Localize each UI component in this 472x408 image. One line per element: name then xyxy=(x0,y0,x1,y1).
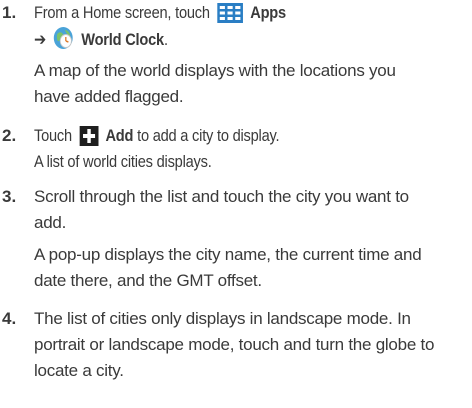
step-text: Touch xyxy=(34,126,72,145)
step-number: 4. xyxy=(2,309,17,328)
apps-label: Apps xyxy=(250,3,286,22)
step-description: A map of the world displays with the loc… xyxy=(34,61,396,80)
step-4-line-3: locate a city. xyxy=(34,358,124,384)
step-4-line-2: portrait or landscape mode, touch and tu… xyxy=(34,332,434,358)
step-text: to add a city to display. xyxy=(137,126,280,145)
step-text: Scroll through the list and touch the ci… xyxy=(34,187,409,206)
apps-grid-icon xyxy=(217,3,243,31)
arrow-glyph: ➔ xyxy=(34,30,47,49)
step-description: date there, and the GMT offset. xyxy=(34,271,262,290)
world-clock-label: World Clock xyxy=(81,30,164,49)
step-number: 3. xyxy=(2,187,17,206)
step-3-desc-2: date there, and the GMT offset. xyxy=(34,268,262,294)
step-text: portrait or landscape mode, touch and tu… xyxy=(34,335,435,354)
step-number: 2. xyxy=(2,126,17,145)
step-description: A pop-up displays the city name, the cur… xyxy=(34,245,422,264)
step-description: A list of world cities displays. xyxy=(34,152,212,171)
instructions-page: 1. From a Home screen, touch Apps ➔ Worl… xyxy=(0,0,472,408)
world-clock-icon xyxy=(53,26,74,58)
step-2-desc-1: A list of world cities displays. xyxy=(34,149,240,175)
step-1-line-2: ➔ World Clock. xyxy=(34,26,190,58)
step-description: have added flagged. xyxy=(34,87,184,106)
step-1-desc-2: have added flagged. xyxy=(34,84,184,110)
step-1-desc-1: A map of the world displays with the loc… xyxy=(34,58,396,84)
step-text: add. xyxy=(34,213,67,232)
step-3-desc-1: A pop-up displays the city name, the cur… xyxy=(34,242,422,268)
step-3-line-1: Scroll through the list and touch the ci… xyxy=(34,184,409,210)
step-number: 1. xyxy=(2,3,17,22)
add-label: Add xyxy=(105,126,134,145)
period: . xyxy=(163,30,168,49)
step-text: From a Home screen, touch xyxy=(34,3,210,22)
step-4-line-1: The list of cities only displays in land… xyxy=(34,306,411,332)
step-text: The list of cities only displays in land… xyxy=(34,309,411,328)
step-text: locate a city. xyxy=(34,361,124,380)
step-3-line-2: add. xyxy=(34,210,66,236)
